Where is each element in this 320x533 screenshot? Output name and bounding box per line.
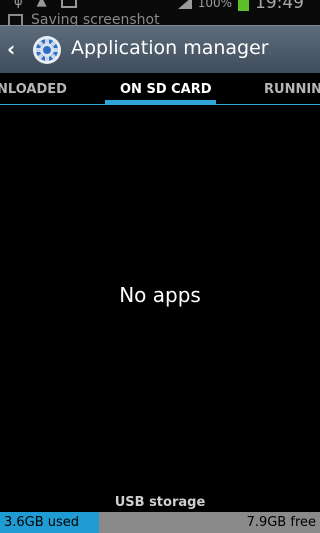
battery-percent: 100% (197, 0, 232, 10)
chevron-left-icon[interactable]: ‹ (7, 38, 23, 60)
signal-icon (177, 0, 192, 9)
settings-gear-icon[interactable] (31, 34, 63, 66)
image-icon (60, 0, 77, 8)
storage-usage-bar: 3.6GB used 7.9GB free (0, 512, 320, 533)
notification-ticker: Saving screenshot (8, 12, 160, 25)
empty-state-message: No apps (119, 283, 201, 307)
tab-downloaded[interactable]: NLOADED (0, 82, 67, 97)
selected-tab-indicator (105, 100, 216, 104)
tab-running[interactable]: RUNNING (264, 82, 320, 97)
clock: 19:49 (255, 0, 304, 13)
tab-bar: NLOADED ON SD CARD RUNNING (0, 73, 320, 105)
android-debug-icon: ▲ (36, 0, 47, 9)
screenshot-icon (8, 13, 23, 25)
usb-icon: ψ (14, 0, 23, 9)
status-right: 100% 19:49 (177, 0, 304, 13)
page-title: Application manager (71, 37, 269, 59)
storage-free-text: 7.9GB free (246, 515, 316, 530)
tab-on-sd-card[interactable]: ON SD CARD (120, 82, 212, 97)
ticker-text: Saving screenshot (31, 12, 160, 25)
action-bar: ‹ Application manager (0, 25, 320, 73)
battery-icon (238, 0, 249, 11)
status-bar: ψ ▲ 100% 19:49 Saving screenshot (0, 0, 320, 25)
storage-used-text: 3.6GB used (4, 515, 80, 530)
status-icons-left: ψ ▲ (14, 0, 77, 9)
storage-label: USB storage (114, 495, 206, 510)
